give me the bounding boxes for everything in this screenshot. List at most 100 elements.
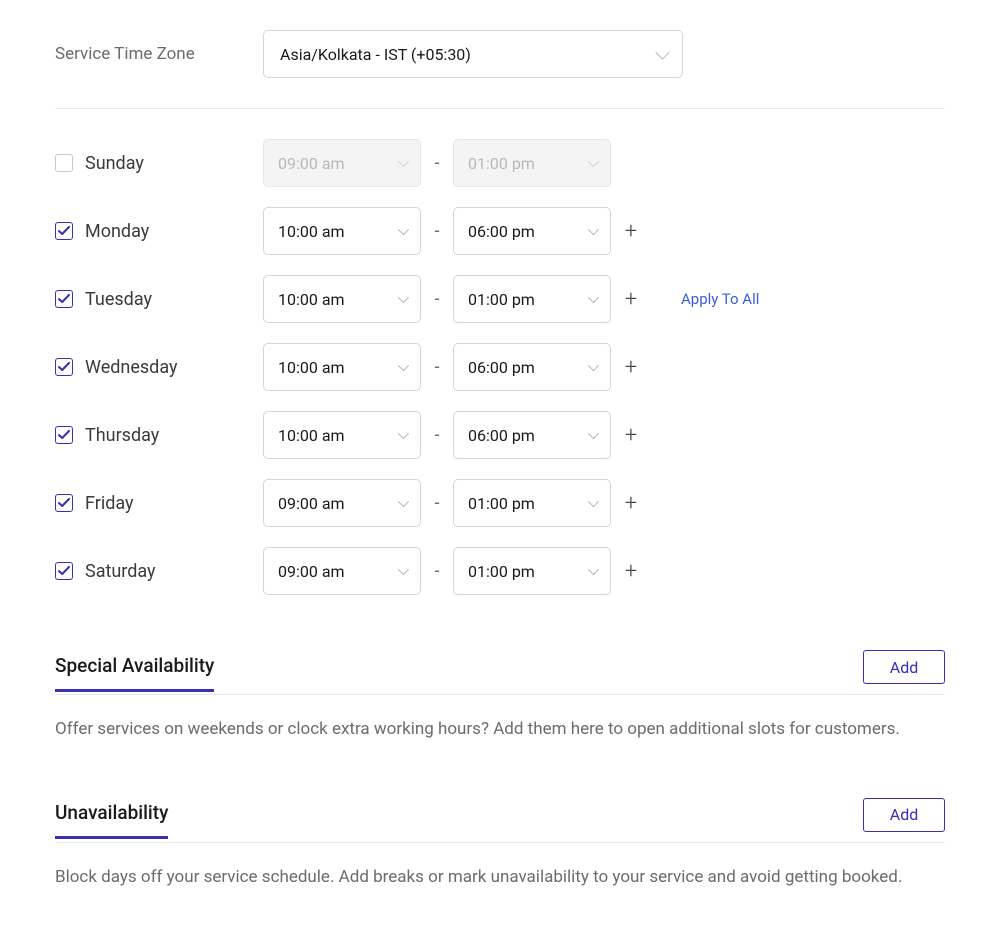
end-time-select[interactable]: 06:00 pm [453, 343, 611, 391]
chevron-down-icon [588, 564, 599, 575]
end-time-value: 01:00 pm [468, 290, 535, 309]
day-check-wrap: Sunday [55, 153, 263, 174]
time-separator: - [421, 493, 453, 514]
add-slot-button[interactable]: + [611, 423, 651, 448]
special-availability-section: Special Availability Add Offer services … [55, 650, 945, 743]
unavailability-add-button[interactable]: Add [863, 798, 945, 832]
day-checkbox[interactable] [55, 562, 73, 580]
start-time-value: 10:00 am [278, 358, 345, 377]
end-time-select: 01:00 pm [453, 139, 611, 187]
add-slot-button[interactable]: + [611, 491, 651, 516]
timezone-select[interactable]: Asia/Kolkata - IST (+05:30) [263, 30, 683, 78]
day-check-wrap: Thursday [55, 425, 263, 446]
end-time-select[interactable]: 01:00 pm [453, 275, 611, 323]
start-time-value: 10:00 am [278, 222, 345, 241]
time-separator: - [421, 425, 453, 446]
day-checkbox[interactable] [55, 494, 73, 512]
chevron-down-icon [398, 224, 409, 235]
end-time-select[interactable]: 06:00 pm [453, 207, 611, 255]
start-time-value: 10:00 am [278, 290, 345, 309]
day-row: Saturday 09:00 am -01:00 pm + [55, 547, 945, 595]
day-checkbox[interactable] [55, 154, 73, 172]
day-checkbox[interactable] [55, 358, 73, 376]
time-separator: - [421, 289, 453, 310]
end-time-select[interactable]: 01:00 pm [453, 547, 611, 595]
timezone-value: Asia/Kolkata - IST (+05:30) [280, 45, 471, 64]
start-time-select[interactable]: 10:00 am [263, 343, 421, 391]
days-schedule: Sunday09:00 am-01:00 pmMonday10:00 am-06… [55, 109, 945, 595]
start-time-select[interactable]: 10:00 am [263, 275, 421, 323]
day-name: Friday [85, 493, 134, 514]
end-time-value: 06:00 pm [468, 222, 535, 241]
start-time-select[interactable]: 09:00 am [263, 479, 421, 527]
unavailability-section: Unavailability Add Block days off your s… [55, 798, 945, 891]
special-availability-title: Special Availability [55, 654, 214, 692]
chevron-down-icon [398, 428, 409, 439]
day-name: Thursday [85, 425, 159, 446]
chevron-down-icon [588, 224, 599, 235]
time-separator: - [421, 561, 453, 582]
chevron-down-icon [398, 156, 409, 167]
day-check-wrap: Monday [55, 221, 263, 242]
chevron-down-icon [398, 564, 409, 575]
day-row: Sunday 09:00 am -01:00 pm [55, 139, 945, 187]
timezone-label: Service Time Zone [55, 44, 263, 64]
unavailability-title: Unavailability [55, 801, 168, 839]
time-separator: - [421, 221, 453, 242]
chevron-down-icon [588, 292, 599, 303]
end-time-select[interactable]: 06:00 pm [453, 411, 611, 459]
timezone-row: Service Time Zone Asia/Kolkata - IST (+0… [55, 30, 945, 109]
day-row: Monday 10:00 am -06:00 pm + [55, 207, 945, 255]
chevron-down-icon [655, 46, 669, 60]
section-header: Unavailability Add [55, 798, 945, 843]
chevron-down-icon [398, 496, 409, 507]
day-checkbox[interactable] [55, 222, 73, 240]
start-time-select[interactable]: 09:00 am [263, 547, 421, 595]
end-time-value: 01:00 pm [468, 154, 535, 173]
end-time-value: 06:00 pm [468, 358, 535, 377]
start-time-value: 10:00 am [278, 426, 345, 445]
chevron-down-icon [398, 360, 409, 371]
day-check-wrap: Tuesday [55, 289, 263, 310]
day-row: Thursday 10:00 am -06:00 pm + [55, 411, 945, 459]
chevron-down-icon [398, 292, 409, 303]
chevron-down-icon [588, 360, 599, 371]
day-check-wrap: Saturday [55, 561, 263, 582]
unavailability-description: Block days off your service schedule. Ad… [55, 865, 945, 891]
special-availability-add-button[interactable]: Add [863, 650, 945, 684]
special-availability-description: Offer services on weekends or clock extr… [55, 717, 945, 743]
day-row: Tuesday 10:00 am -01:00 pm + Apply To All [55, 275, 945, 323]
add-slot-button[interactable]: + [611, 287, 651, 312]
chevron-down-icon [588, 496, 599, 507]
day-checkbox[interactable] [55, 290, 73, 308]
start-time-select: 09:00 am [263, 139, 421, 187]
start-time-select[interactable]: 10:00 am [263, 411, 421, 459]
day-checkbox[interactable] [55, 426, 73, 444]
day-check-wrap: Wednesday [55, 357, 263, 378]
apply-to-all-link[interactable]: Apply To All [681, 290, 759, 308]
end-time-value: 01:00 pm [468, 562, 535, 581]
day-row: Friday 09:00 am -01:00 pm + [55, 479, 945, 527]
add-slot-button[interactable]: + [611, 219, 651, 244]
start-time-value: 09:00 am [278, 562, 345, 581]
chevron-down-icon [588, 428, 599, 439]
add-slot-button[interactable]: + [611, 559, 651, 584]
day-name: Tuesday [85, 289, 152, 310]
chevron-down-icon [588, 156, 599, 167]
end-time-select[interactable]: 01:00 pm [453, 479, 611, 527]
day-name: Monday [85, 221, 149, 242]
day-name: Saturday [85, 561, 156, 582]
add-slot-button[interactable]: + [611, 355, 651, 380]
time-separator: - [421, 153, 453, 174]
start-time-select[interactable]: 10:00 am [263, 207, 421, 255]
end-time-value: 06:00 pm [468, 426, 535, 445]
end-time-value: 01:00 pm [468, 494, 535, 513]
section-header: Special Availability Add [55, 650, 945, 695]
time-separator: - [421, 357, 453, 378]
day-row: Wednesday 10:00 am -06:00 pm + [55, 343, 945, 391]
day-name: Wednesday [85, 357, 178, 378]
day-check-wrap: Friday [55, 493, 263, 514]
start-time-value: 09:00 am [278, 154, 345, 173]
start-time-value: 09:00 am [278, 494, 345, 513]
day-name: Sunday [85, 153, 144, 174]
